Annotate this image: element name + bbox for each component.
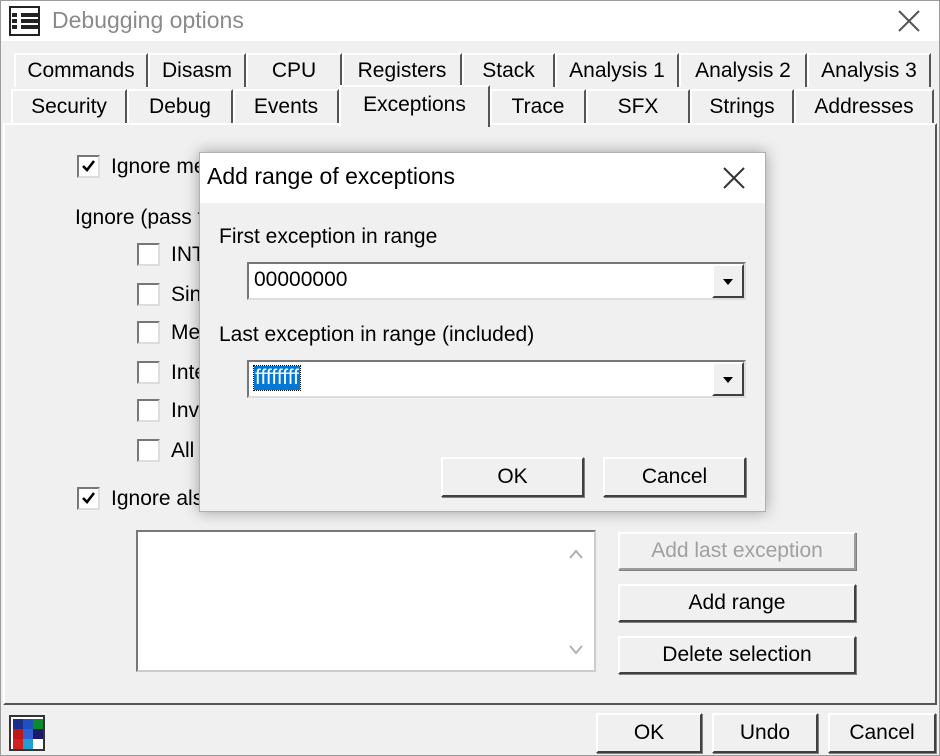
- option-integer-checkbox[interactable]: [137, 361, 160, 384]
- cancel-button[interactable]: Cancel: [828, 713, 936, 753]
- tab-debug[interactable]: Debug: [127, 89, 233, 123]
- palette-icon[interactable]: [9, 715, 45, 751]
- tab-analysis-3[interactable]: Analysis 3: [807, 53, 931, 87]
- dialog-ok-button[interactable]: OK: [441, 457, 584, 497]
- last-exception-dropdown-button[interactable]: [712, 362, 744, 396]
- exception-list[interactable]: [136, 530, 596, 672]
- option-all-label: All: [171, 439, 195, 462]
- tab-analysis-2[interactable]: Analysis 2: [679, 53, 807, 87]
- add-range-button[interactable]: Add range: [618, 584, 856, 622]
- dialog-title: Add range of exceptions: [207, 163, 456, 189]
- chevron-down-icon: [723, 377, 733, 383]
- chevron-down-icon: [723, 279, 733, 285]
- first-exception-dropdown-button[interactable]: [712, 264, 744, 298]
- tab-disasm[interactable]: Disasm: [148, 53, 246, 87]
- tab-trace[interactable]: Trace: [490, 89, 586, 123]
- scroll-down-icon[interactable]: [568, 638, 584, 662]
- option-memory-label: Me: [171, 321, 201, 344]
- ignore-also-label: Ignore als: [111, 487, 204, 510]
- option-memory-checkbox[interactable]: [137, 321, 160, 344]
- close-icon[interactable]: [894, 6, 924, 36]
- option-invalid-checkbox[interactable]: [137, 399, 160, 422]
- add-range-dialog: Add range of exceptions First exception …: [199, 152, 766, 512]
- ok-button[interactable]: OK: [596, 713, 702, 753]
- tab-exceptions[interactable]: Exceptions: [339, 85, 490, 127]
- tab-sfx[interactable]: SFX: [586, 89, 690, 123]
- option-invalid-label: Inv: [171, 399, 200, 422]
- window-title: Debugging options: [52, 7, 244, 33]
- tab-registers[interactable]: Registers: [342, 53, 462, 87]
- last-exception-combobox[interactable]: ffffffff: [247, 360, 746, 398]
- dialog-close-icon[interactable]: [719, 163, 749, 193]
- first-exception-label: First exception in range: [219, 225, 438, 248]
- dialog-title-bar: Add range of exceptions: [200, 153, 765, 203]
- option-single-step-checkbox[interactable]: [137, 283, 160, 306]
- last-exception-label: Last exception in range (included): [219, 323, 535, 346]
- ignore-memory-label: Ignore me: [111, 155, 206, 178]
- option-single-step-label: Sin: [171, 283, 202, 306]
- ignore-memory-checkbox[interactable]: [77, 155, 100, 178]
- tab-cpu[interactable]: CPU: [246, 53, 342, 87]
- option-int-checkbox[interactable]: [137, 243, 160, 266]
- tab-strings[interactable]: Strings: [690, 89, 794, 123]
- first-exception-value: 00000000: [254, 268, 348, 291]
- tab-addresses[interactable]: Addresses: [794, 89, 934, 123]
- dialog-cancel-button[interactable]: Cancel: [603, 457, 746, 497]
- scroll-up-icon[interactable]: [568, 542, 584, 566]
- tab-events[interactable]: Events: [233, 89, 339, 123]
- tab-analysis-1[interactable]: Analysis 1: [555, 53, 679, 87]
- first-exception-combobox[interactable]: 00000000: [247, 262, 746, 300]
- add-last-exception-button: Add last exception: [618, 532, 856, 570]
- title-bar: Debugging options: [1, 1, 939, 41]
- ignore-also-checkbox[interactable]: [77, 487, 100, 510]
- ignore-pass-label: Ignore (pass t: [75, 206, 204, 229]
- tab-stack[interactable]: Stack: [462, 53, 555, 87]
- option-all-checkbox[interactable]: [137, 439, 160, 462]
- tab-commands[interactable]: Commands: [14, 53, 148, 87]
- list-icon: [9, 6, 40, 36]
- delete-selection-button[interactable]: Delete selection: [618, 636, 856, 674]
- tab-security[interactable]: Security: [11, 89, 127, 123]
- undo-button[interactable]: Undo: [712, 713, 818, 753]
- last-exception-value[interactable]: ffffffff: [252, 365, 302, 391]
